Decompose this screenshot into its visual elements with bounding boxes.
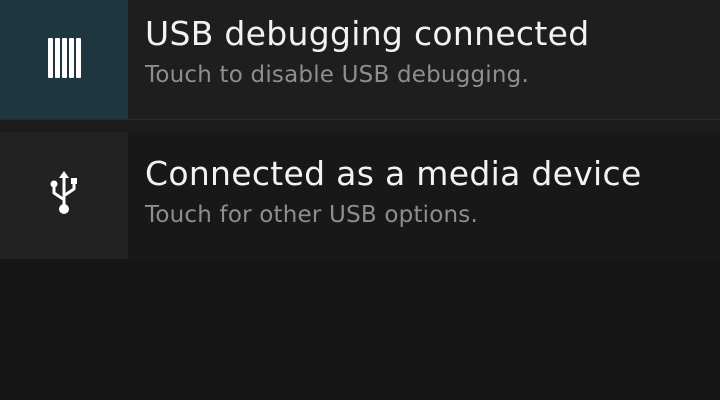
notification-text: Connected as a media device Touch for ot…: [128, 132, 720, 259]
notification-usb-media[interactable]: Connected as a media device Touch for ot…: [0, 132, 720, 259]
notification-shade: USB debugging connected Touch to disable…: [0, 0, 720, 400]
notification-subtitle: Touch to disable USB debugging.: [145, 62, 529, 88]
notification-title: USB debugging connected: [145, 14, 590, 53]
usb-icon: [50, 170, 77, 214]
notification-icon-box: [0, 132, 128, 259]
android-debug-icon: [48, 37, 81, 78]
notification-divider: [0, 119, 720, 132]
notification-title: Connected as a media device: [145, 154, 642, 193]
notification-icon-box: [0, 0, 128, 119]
notification-usb-debugging[interactable]: USB debugging connected Touch to disable…: [0, 0, 720, 119]
notification-text: USB debugging connected Touch to disable…: [128, 0, 720, 119]
notification-subtitle: Touch for other USB options.: [145, 202, 478, 228]
